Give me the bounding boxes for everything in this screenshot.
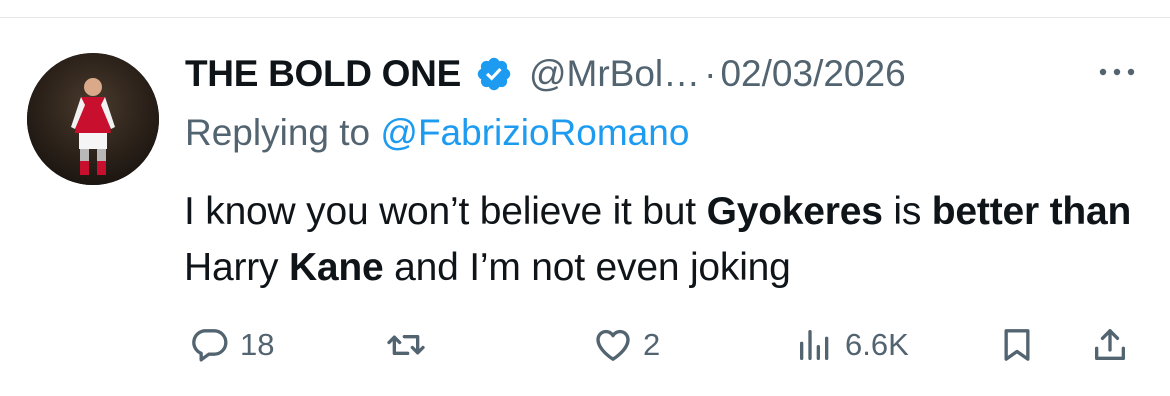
tweet-text-segment: Harry [184,246,289,289]
tweet-text-segment: I know you won’t believe it but [184,190,707,233]
like-button[interactable]: 2 [593,320,660,370]
reply-mention-link[interactable]: @FabrizioRomano [380,112,689,153]
tweet-text: I know you won’t believe it but Gyokeres… [184,184,1159,296]
reply-icon [192,329,228,362]
bookmark-button[interactable] [997,320,1037,370]
retweet-button[interactable] [386,320,436,370]
share-button[interactable] [1090,320,1130,370]
views-count: 6.6K [845,327,909,362]
heart-icon [596,329,630,361]
tweet-text-bold: Gyokeres [706,190,883,233]
action-bar: 18 2 6.6K [0,320,1170,370]
player-avatar-icon [27,53,159,185]
author-handle[interactable]: @MrBol… [529,53,700,95]
reply-button[interactable]: 18 [190,320,274,370]
separator-dot: · [704,53,717,94]
tweet-text-bold: better than [931,190,1132,233]
retweet-icon [387,335,425,355]
reply-count: 18 [240,327,275,362]
tweet-text-segment: is [882,190,932,233]
more-options-icon[interactable] [1097,64,1137,80]
like-count: 2 [643,327,661,362]
share-icon [1095,329,1125,360]
author-name[interactable]: THE BOLD ONE [185,53,461,95]
avatar[interactable] [27,53,159,185]
verified-badge-icon [475,55,513,93]
views-button[interactable]: 6.6K [795,320,909,370]
replying-to: Replying to @FabrizioRomano [185,112,689,154]
tweet-text-segment: and I’m not even joking [383,246,791,289]
replying-to-label: Replying to [185,112,381,153]
bookmark-icon [1004,329,1030,361]
tweet-text-bold: Kane [288,246,384,289]
tweet-header: THE BOLD ONE @MrBol… · 02/03/2026 [185,48,906,100]
views-chart-icon [800,330,829,360]
top-divider [0,17,1170,18]
tweet-date[interactable]: 02/03/2026 [720,53,905,95]
